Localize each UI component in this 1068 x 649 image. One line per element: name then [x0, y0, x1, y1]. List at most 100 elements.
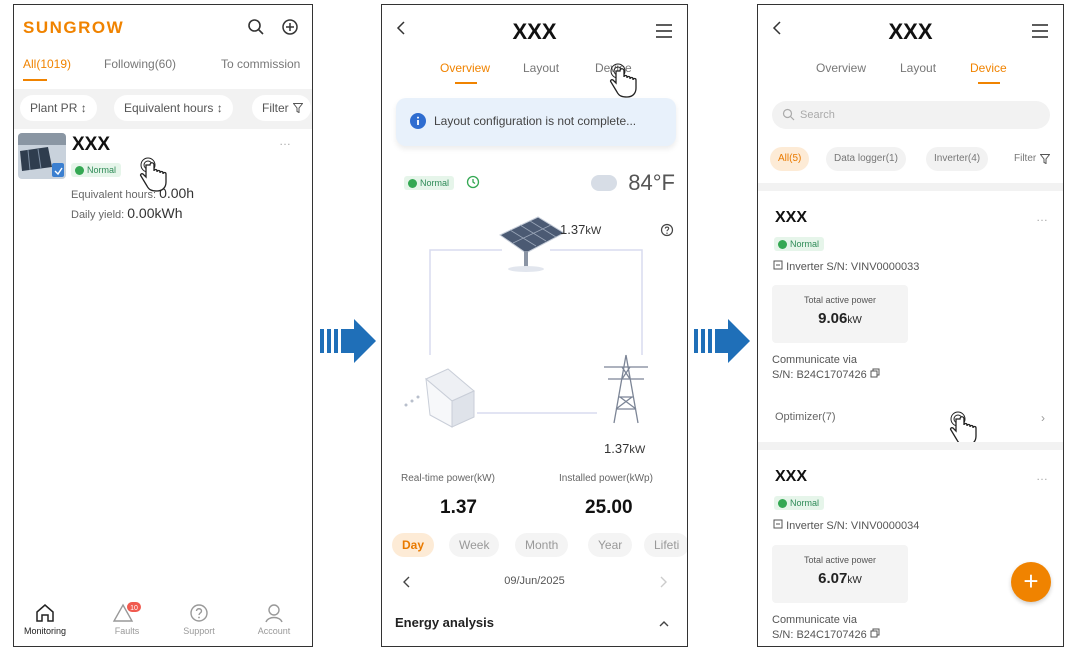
pv-power-unit: kW	[585, 225, 602, 237]
date-text[interactable]: 09/Jun/2025	[382, 575, 687, 587]
filter-button[interactable]: Filter	[252, 95, 311, 121]
power-grid-tower-icon	[604, 354, 648, 424]
house-icon	[404, 368, 475, 428]
sort-plant-pr-button[interactable]: Plant PR ↕	[20, 95, 97, 121]
screen-device-list: XXX Overview Layout Device Search All(5)…	[757, 4, 1064, 647]
history-icon[interactable]	[466, 175, 480, 189]
tab-device[interactable]: Device	[970, 61, 1007, 75]
filter-label: Filter	[1014, 153, 1037, 164]
energy-analysis-heading: Energy analysis	[395, 615, 494, 630]
equivalent-hours: Equivalent hours: 0.00h	[71, 185, 194, 201]
daily-yield: Daily yield: 0.00kWh	[71, 205, 183, 221]
filter-button[interactable]: Filter	[1006, 147, 1054, 171]
device-search-input[interactable]: Search	[772, 101, 1050, 129]
search-placeholder: Search	[800, 109, 835, 121]
installed-power-label: Installed power(kWp)	[559, 473, 653, 484]
daily-yield-label: Daily yield:	[71, 209, 125, 221]
funnel-icon	[292, 103, 303, 113]
add-circle-icon[interactable]	[280, 17, 300, 37]
pv-power-value: 1.37kW	[560, 222, 601, 237]
tab-to-commission[interactable]: To commission	[221, 57, 300, 71]
tap-hand-icon	[139, 157, 167, 192]
communicate-via: Communicate via S/N: B24C1707426	[772, 353, 880, 383]
search-icon	[782, 108, 795, 121]
power-unit: kW	[847, 315, 862, 326]
period-month-button[interactable]: Month	[515, 533, 569, 557]
nav-support[interactable]: Support	[169, 602, 229, 636]
realtime-power-label: Real-time power(kW)	[401, 473, 495, 484]
nav-monitoring-label: Monitoring	[23, 626, 67, 636]
period-lifetime-button[interactable]: Lifeti	[644, 533, 687, 557]
notice-text: Layout configuration is not complete...	[434, 114, 637, 128]
nav-monitoring[interactable]: Monitoring	[15, 602, 75, 636]
tab-overview[interactable]: Overview	[440, 61, 490, 75]
add-device-button[interactable]: +	[1011, 562, 1051, 602]
daily-yield-value: 0.00kWh	[127, 205, 183, 221]
nav-faults[interactable]: 10 Faults	[97, 602, 157, 636]
date-selector: 09/Jun/2025	[382, 570, 687, 594]
sort-equivalent-hours-button[interactable]: Equivalent hours ↕	[114, 95, 233, 121]
power-value: 9.06kW	[772, 310, 908, 327]
total-active-power-box: Total active power 9.06kW	[772, 285, 908, 343]
tab-overview[interactable]: Overview	[816, 61, 866, 75]
bottom-navigation: Monitoring 10 Faults Support Account	[14, 598, 312, 646]
copy-icon[interactable]	[870, 628, 880, 638]
chevron-right-icon[interactable]: ›	[1041, 411, 1045, 425]
pv-power-number: 1.37	[560, 222, 586, 237]
inverter-sn-text: Inverter S/N: VINV0000033	[786, 261, 920, 273]
period-day-button[interactable]: Day	[392, 533, 435, 557]
tab-indicator	[978, 82, 1000, 84]
chip-inverter[interactable]: Inverter(4)	[926, 147, 989, 171]
screen-plant-overview: XXX Overview Layout Device Layout config…	[381, 4, 688, 647]
period-week-button[interactable]: Week	[449, 533, 500, 557]
communicate-sn: S/N: B24C1707426	[772, 628, 880, 643]
flow-arrow-icon	[320, 319, 376, 363]
optimizer-row[interactable]: Optimizer(7)	[775, 411, 836, 423]
communicate-sn-text: S/N: B24C1707426	[772, 629, 867, 641]
tab-following[interactable]: Following(60)	[104, 57, 176, 71]
more-options-icon[interactable]: …	[279, 134, 292, 148]
sungrow-logo: SUNGROW	[23, 18, 125, 37]
power-unit: kW	[847, 575, 862, 586]
power-label: Total active power	[803, 295, 877, 305]
menu-icon[interactable]	[1031, 23, 1049, 39]
plant-tabs: All(1019) Following(60) To commission	[14, 55, 312, 81]
status-badge: Normal	[774, 496, 825, 510]
chip-all[interactable]: All(5)	[770, 147, 810, 171]
grid-power-value: 1.37kW	[604, 441, 645, 456]
tab-layout[interactable]: Layout	[900, 61, 936, 75]
plant-tabs: Overview Layout Device	[758, 61, 1063, 89]
inverter-icon	[773, 519, 783, 529]
nav-account[interactable]: Account	[244, 602, 304, 636]
user-icon	[265, 604, 283, 623]
cloud-icon	[591, 175, 617, 191]
tab-layout[interactable]: Layout	[523, 61, 559, 75]
warning-icon: 10	[112, 602, 141, 622]
period-year-button[interactable]: Year	[588, 533, 633, 557]
filter-label: Filter	[262, 101, 289, 115]
power-number: 6.07	[818, 570, 848, 587]
next-date-icon[interactable]	[658, 575, 668, 589]
flow-arrow-icon	[694, 319, 750, 363]
page-title: XXX	[512, 19, 557, 44]
menu-icon[interactable]	[655, 23, 673, 39]
help-circle-icon	[190, 604, 208, 622]
layout-notice-banner[interactable]: Layout configuration is not complete...	[396, 98, 676, 146]
help-circle-icon[interactable]	[660, 223, 674, 237]
page-title: XXX	[888, 19, 933, 44]
chevron-up-icon[interactable]	[658, 619, 670, 629]
app-header: SUNGROW	[14, 5, 312, 51]
tab-all[interactable]: All(1019)	[23, 57, 71, 71]
chip-data-logger[interactable]: Data logger(1)	[826, 147, 906, 171]
search-icon[interactable]	[246, 17, 266, 37]
solar-panel-icon	[499, 216, 566, 272]
home-icon	[36, 604, 54, 622]
communicate-label: Communicate via	[772, 614, 857, 626]
inverter-sn: Inverter S/N: VINV0000034	[773, 519, 919, 532]
status-badge: Normal	[404, 176, 455, 190]
copy-icon[interactable]	[870, 368, 880, 378]
plant-name: XXX	[72, 134, 111, 155]
more-options-icon[interactable]: …	[1036, 469, 1049, 483]
more-options-icon[interactable]: …	[1036, 210, 1049, 224]
status-badge: Normal	[71, 163, 122, 177]
